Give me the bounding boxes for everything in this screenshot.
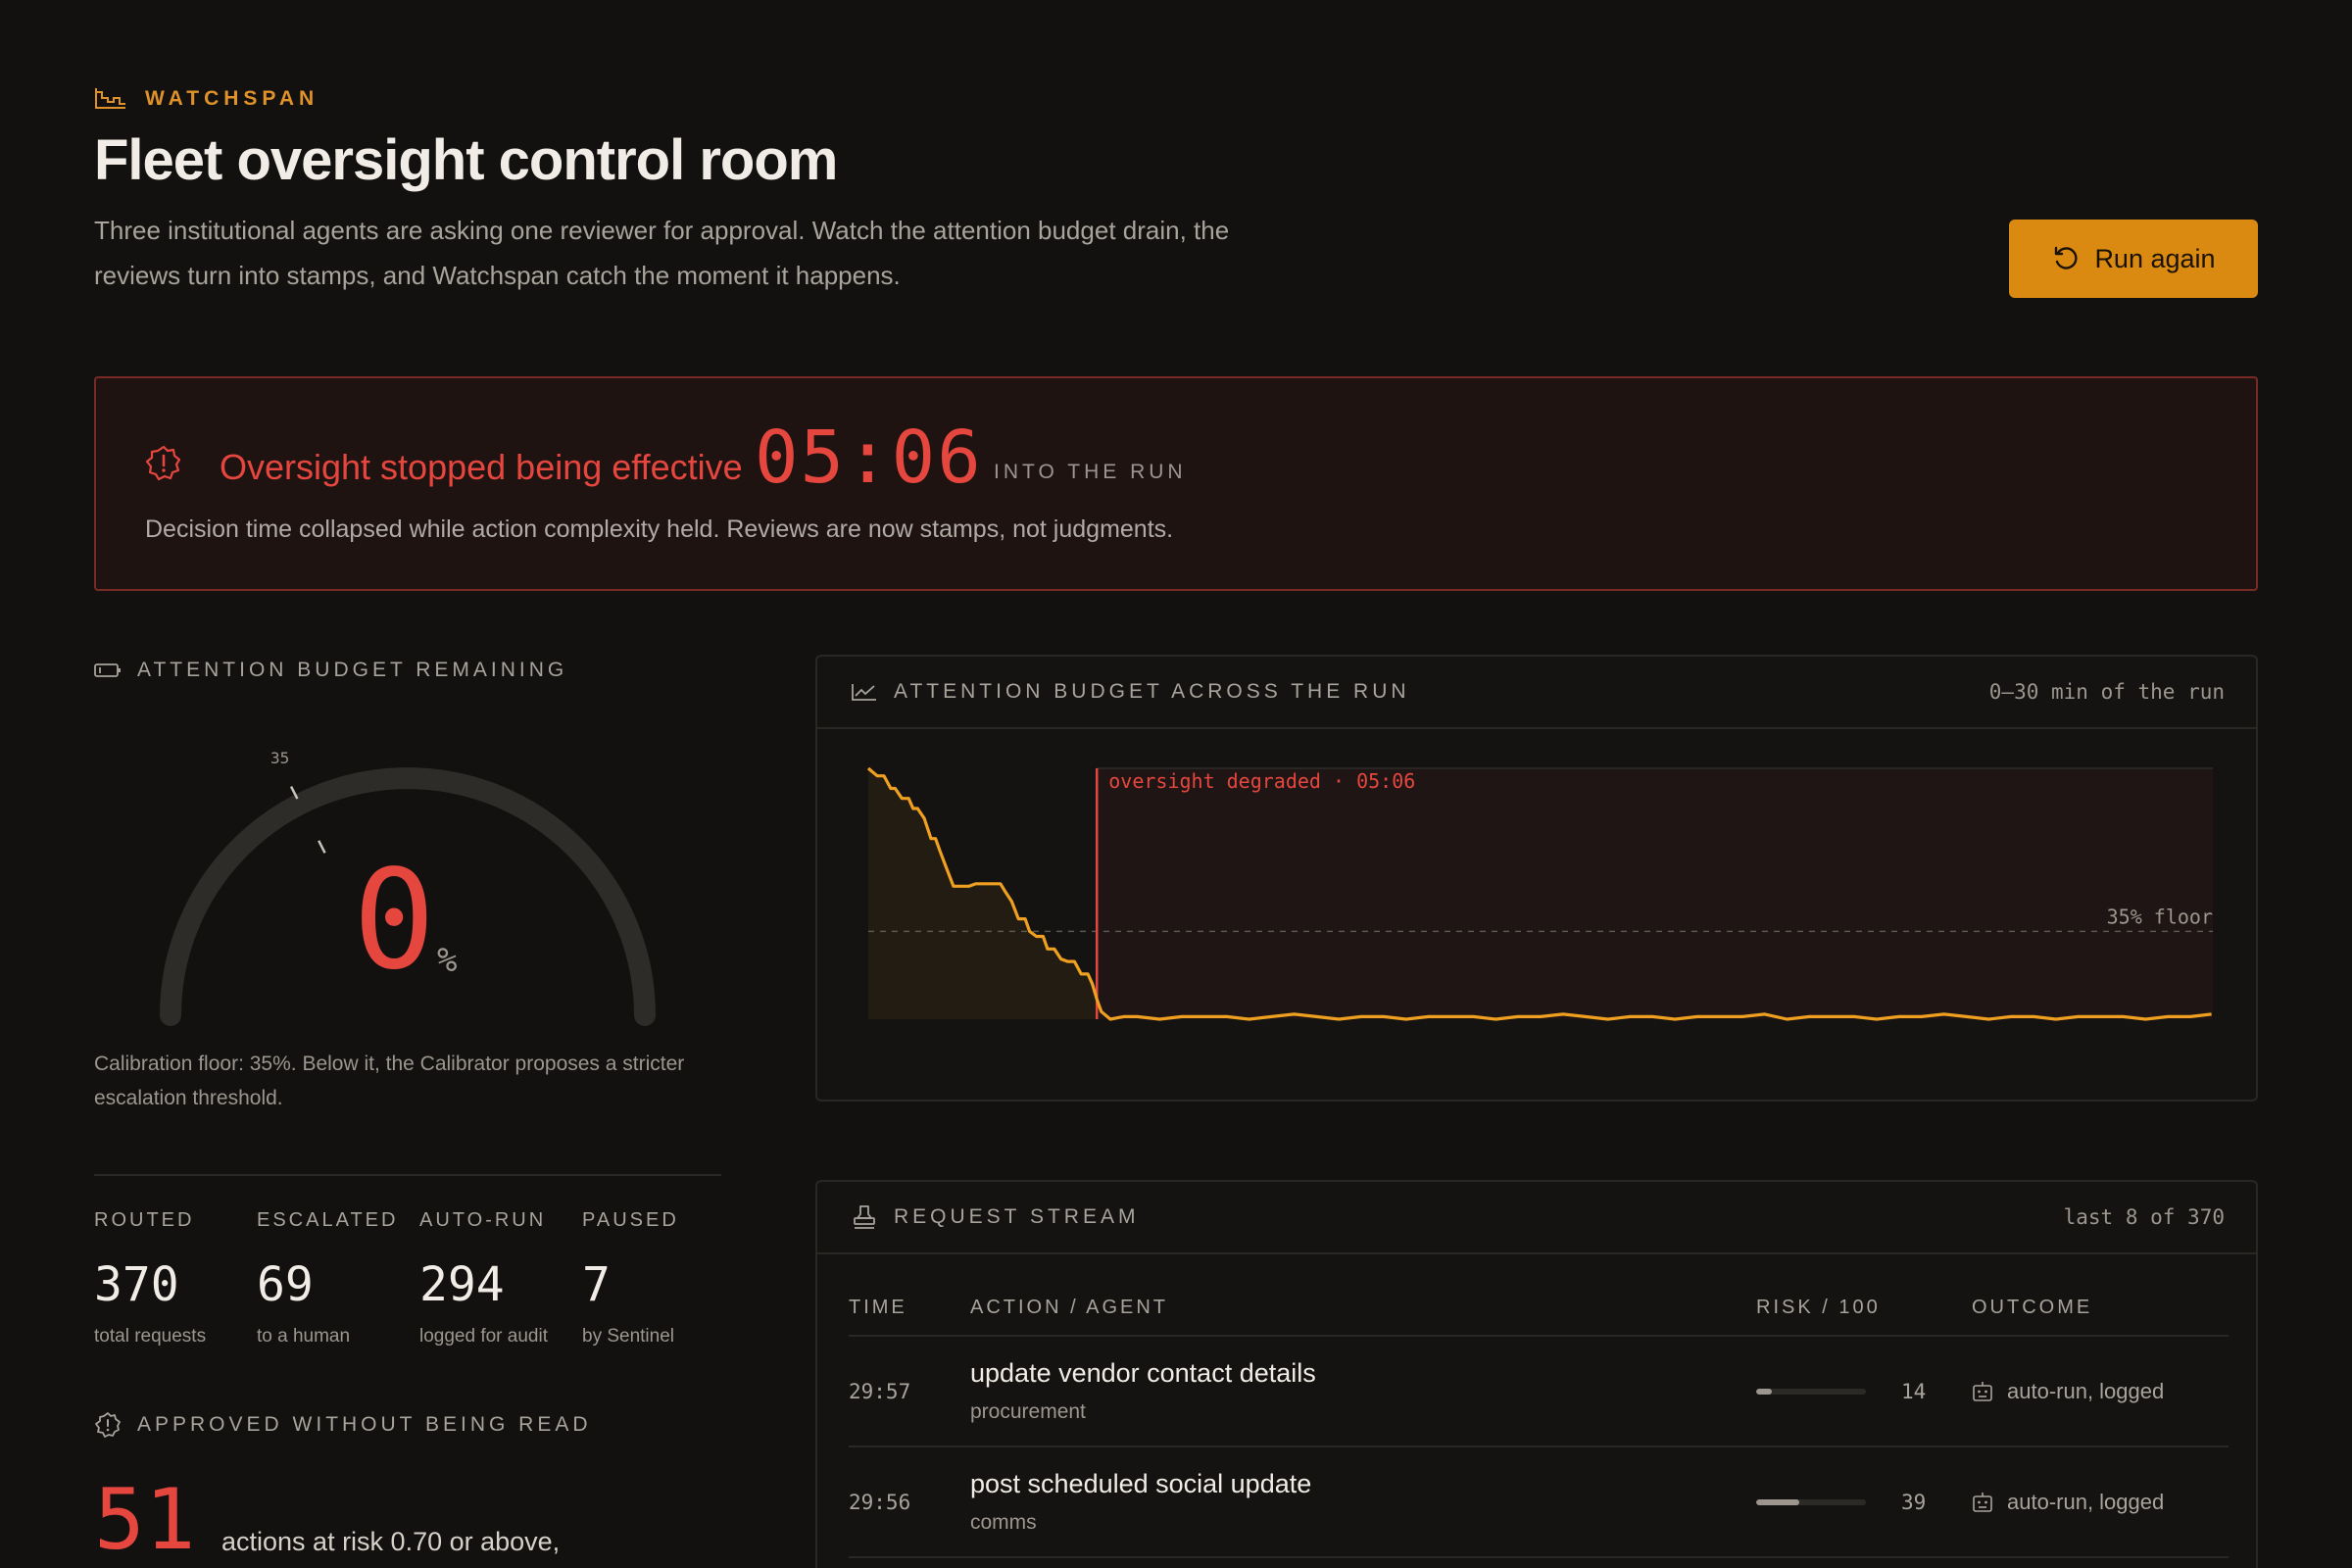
stats-row: ROUTED 370 total requests ESCALATED 69 t… xyxy=(94,1209,745,1348)
approved-unread-text: actions at risk 0.70 or above, xyxy=(221,1527,561,1556)
row-time: 29:57 xyxy=(849,1379,911,1403)
stream-card-title: REQUEST STREAM xyxy=(851,1204,1139,1230)
request-table: TIME ACTION / AGENT RISK / 100 OUTCOME 2… xyxy=(849,1254,2229,1558)
stat-label: ESCALATED xyxy=(257,1209,399,1231)
row-time: 29:56 xyxy=(849,1490,911,1514)
row-outcome: auto-run, logged xyxy=(1972,1379,2164,1404)
approved-unread-label: APPROVED WITHOUT BEING READ xyxy=(94,1411,592,1439)
alert-time: 05:06 xyxy=(755,416,983,500)
brand: WATCHSPAN xyxy=(94,86,318,112)
divider xyxy=(94,1174,721,1176)
col-outcome: OUTCOME xyxy=(1972,1297,2093,1318)
approved-unread-value: 51 xyxy=(94,1471,196,1568)
row-action: update vendor contact details procuremen… xyxy=(970,1358,1756,1424)
stat-auto-run: AUTO-RUN 294 logged for audit xyxy=(419,1209,582,1348)
stat-label: PAUSED xyxy=(582,1209,679,1231)
gauge-tick-label: 35 xyxy=(270,749,290,767)
risk-value: 39 xyxy=(1901,1490,1927,1514)
stamp-icon xyxy=(854,1205,875,1229)
table-header: TIME ACTION / AGENT RISK / 100 OUTCOME xyxy=(849,1254,2229,1337)
col-time: TIME xyxy=(849,1297,907,1318)
outcome-text: auto-run, logged xyxy=(2007,1378,2165,1403)
stat-sub: to a human xyxy=(257,1326,351,1347)
gauge-unit: % xyxy=(437,941,458,980)
attention-budget-title: ATTENTION BUDGET REMAINING xyxy=(137,659,568,681)
risk-bar-fill xyxy=(1756,1498,1799,1505)
stat-escalated: ESCALATED 69 to a human xyxy=(257,1209,419,1348)
row-agent: comms xyxy=(970,1511,1037,1534)
stat-sub: logged for audit xyxy=(419,1326,548,1347)
stat-value: 7 xyxy=(582,1257,611,1312)
outcome-text: auto-run, logged xyxy=(2007,1489,2165,1514)
table-row[interactable]: 29:57 update vendor contact details proc… xyxy=(849,1337,2229,1447)
run-again-button[interactable]: Run again xyxy=(2009,220,2258,298)
chart-title: ATTENTION BUDGET ACROSS THE RUN xyxy=(894,680,1410,703)
risk-value: 14 xyxy=(1901,1379,1927,1403)
chart-range-note: 0–30 min of the run xyxy=(1988,680,2225,704)
stat-sub: by Sentinel xyxy=(582,1326,675,1347)
battery-icon xyxy=(94,663,121,677)
stat-value: 370 xyxy=(94,1257,179,1312)
row-risk: 39 xyxy=(1756,1491,1972,1514)
calibration-note: Calibration floor: 35%. Below it, the Ca… xyxy=(94,1053,685,1109)
alert-description: Decision time collapsed while action com… xyxy=(145,515,1174,543)
row-agent: procurement xyxy=(970,1400,1086,1423)
row-outcome: auto-run, logged xyxy=(1972,1490,2164,1515)
floor-label: 35% floor xyxy=(2107,905,2213,928)
table-row[interactable]: 29:56 post scheduled social update comms… xyxy=(849,1447,2229,1558)
stat-label: ROUTED xyxy=(94,1209,195,1231)
risk-bar xyxy=(1756,1388,1866,1395)
chart-line-icon xyxy=(852,684,876,701)
stat-label: AUTO-RUN xyxy=(419,1209,547,1231)
row-action: post scheduled social update comms xyxy=(970,1469,1756,1535)
alert-badge-icon xyxy=(145,445,181,481)
degraded-zone xyxy=(1097,768,2213,1019)
attention-chart-card: ATTENTION BUDGET ACROSS THE RUN 0–30 min… xyxy=(815,655,2258,1102)
page-subtitle: Three institutional agents are asking on… xyxy=(94,216,1230,290)
alert-title: Oversight stopped being effective xyxy=(220,447,743,487)
line-area-fill xyxy=(868,768,1098,1019)
stat-paused: PAUSED 7 by Sentinel xyxy=(582,1209,745,1348)
col-risk: RISK / 100 xyxy=(1756,1297,1881,1318)
stream-card-header: REQUEST STREAM last 8 of 370 xyxy=(817,1182,2256,1254)
stat-routed: ROUTED 370 total requests xyxy=(94,1209,257,1348)
brand-label: WATCHSPAN xyxy=(145,87,319,110)
chart-card-header: ATTENTION BUDGET ACROSS THE RUN 0–30 min… xyxy=(817,657,2256,729)
risk-bar xyxy=(1756,1498,1866,1505)
attention-line-chart: 35% floor oversight degraded · 05:06 xyxy=(866,766,2213,1021)
gauge-floor-marker xyxy=(318,840,326,854)
chart-card-title: ATTENTION BUDGET ACROSS THE RUN xyxy=(851,680,1410,704)
watchspan-logo-icon xyxy=(95,88,125,109)
robot-icon xyxy=(1973,1381,1992,1401)
alert-suffix: INTO THE RUN xyxy=(994,461,1187,483)
row-action-title: post scheduled social update xyxy=(970,1469,1312,1498)
run-again-label: Run again xyxy=(2094,243,2216,273)
stat-value: 69 xyxy=(257,1257,314,1312)
robot-icon xyxy=(1973,1492,1992,1512)
approved-unread-title: APPROVED WITHOUT BEING READ xyxy=(137,1413,592,1436)
event-label: oversight degraded · 05:06 xyxy=(1108,769,1415,793)
stream-title: REQUEST STREAM xyxy=(894,1205,1140,1228)
alert-badge-icon xyxy=(95,1412,121,1438)
request-stream-card: REQUEST STREAM last 8 of 370 TIME ACTION… xyxy=(815,1180,2258,1568)
stat-value: 294 xyxy=(419,1257,505,1312)
gauge-value: 0 xyxy=(353,841,436,1001)
oversight-alert: Oversight stopped being effective 05:06 … xyxy=(94,376,2258,591)
stream-range-note: last 8 of 370 xyxy=(2063,1205,2225,1229)
attention-budget-label: ATTENTION BUDGET REMAINING xyxy=(94,659,567,682)
risk-bar-fill xyxy=(1756,1388,1772,1395)
row-action-title: update vendor contact details xyxy=(970,1358,1316,1388)
col-action: ACTION / AGENT xyxy=(970,1297,1169,1318)
row-risk: 14 xyxy=(1756,1380,1972,1403)
refresh-icon xyxy=(2055,246,2078,270)
page-title: Fleet oversight control room xyxy=(94,128,838,192)
stat-sub: total requests xyxy=(94,1326,207,1347)
